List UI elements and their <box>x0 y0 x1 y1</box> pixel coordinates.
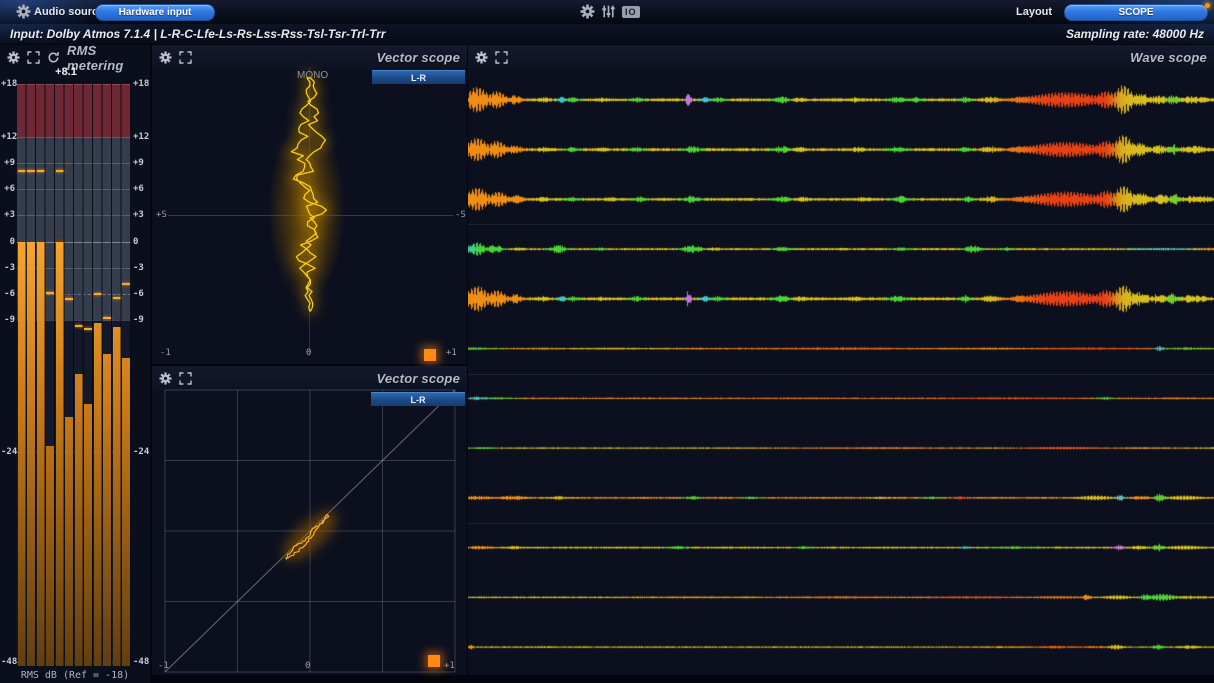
ws-expand-icon[interactable] <box>495 51 508 64</box>
meter-scale-label-right: -6 <box>133 289 149 299</box>
vs1-title: Vector scope <box>376 50 460 65</box>
meter-scale-label-right: 0 <box>133 237 149 247</box>
center-toolbar-icons: IO <box>580 4 640 19</box>
meter-column-separators <box>17 84 131 666</box>
vs1-settings-gear-icon[interactable] <box>159 51 172 64</box>
rms-footer-label: RMS dB (Ref = -18) <box>0 670 150 681</box>
settings-gear-icon[interactable] <box>580 4 595 19</box>
vector-scope-panel-bottom: Vector scope L-R -1 0 +1 <box>152 366 467 675</box>
vs2-zero-label: 0 <box>305 661 310 671</box>
vs1-minus-s-label: -S <box>455 210 466 220</box>
io-routing-icon[interactable]: IO <box>622 6 640 18</box>
meter-scale-label-right: -48 <box>133 657 149 667</box>
meter-scale-label-left: -6 <box>1 289 15 299</box>
vs1-mode-button[interactable]: L-R <box>372 70 465 84</box>
audio-source-label: Audio source <box>34 6 104 18</box>
vs2-pos1-label: +1 <box>444 661 455 671</box>
vs1-vertical-axis <box>309 67 310 356</box>
hardware-input-button[interactable]: Hardware input <box>95 4 215 21</box>
scope-layout-button[interactable]: SCOPE <box>1064 4 1208 21</box>
ws-settings-gear-icon[interactable] <box>475 51 488 64</box>
meter-scale-label-right: +6 <box>133 184 149 194</box>
mono-label: MONO <box>297 70 328 81</box>
layout-label: Layout <box>1016 6 1052 18</box>
meter-scale-label-right: -24 <box>133 447 149 457</box>
meter-scale-label-left: -24 <box>1 447 15 457</box>
vs1-zero-label: 0 <box>306 348 311 358</box>
meter-scale-label-left: -9 <box>1 315 15 325</box>
audio-settings-gear-icon[interactable] <box>16 4 31 19</box>
wave-scope-panel: Wave scope <box>468 45 1214 675</box>
meter-scale-label-right: +18 <box>133 79 149 89</box>
vs2-level-square <box>428 655 440 667</box>
ws-header: Wave scope <box>468 45 1214 70</box>
vs1-expand-icon[interactable] <box>179 51 192 64</box>
meter-scale-label-left: +12 <box>1 132 15 142</box>
top-toolbar: Audio source Hardware input IO <box>0 0 1214 24</box>
rms-meter: +18 +18 +12 +12 +9 +9 +6 +6 +3 +3 0 0 -3 -3 -6 -6 -9 -9 -2… <box>0 45 150 683</box>
meter-scale-label-right: +9 <box>133 158 149 168</box>
vs2-title: Vector scope <box>376 371 460 386</box>
vs2-settings-gear-icon[interactable] <box>159 372 172 385</box>
vs2-mode-button[interactable]: L-R <box>371 392 465 406</box>
sampling-rate-text: Sampling rate: 48000 Hz <box>1066 27 1204 41</box>
meter-scale-label-left: -3 <box>1 263 15 273</box>
vector-scope-panel-top: Vector scope MONO L-R +S -S -1 0 +1 <box>152 45 467 364</box>
vs2-neg1-label: -1 <box>158 661 169 671</box>
mixer-sliders-icon[interactable] <box>601 4 616 19</box>
vs2-header: Vector scope <box>152 366 467 391</box>
meter-scale-label-left: 0 <box>1 237 15 247</box>
meter-scale-label-left: +6 <box>1 184 15 194</box>
app-window: Audio source Hardware input IO <box>0 0 1214 683</box>
vs1-plus-s-label: +S <box>156 210 167 220</box>
meter-scale-label-right: -3 <box>133 263 149 273</box>
waveform-display <box>468 75 1214 672</box>
rms-metering-panel: RMS metering +8.1 +18+18+12+12+9+9+6+6+3… <box>0 45 150 683</box>
info-bar: Input: Dolby Atmos 7.1.4 | L-R-C-Lfe-Ls-… <box>0 24 1214 44</box>
vs1-horizontal-axis <box>168 215 453 216</box>
vs1-level-square <box>424 349 436 361</box>
meter-scale-label-left: +9 <box>1 158 15 168</box>
vs1-pos1-label: +1 <box>446 348 457 358</box>
ws-title: Wave scope <box>1130 50 1207 65</box>
meter-scale-label-left: -48 <box>1 657 15 667</box>
vs2-expand-icon[interactable] <box>179 372 192 385</box>
status-dot <box>1205 3 1210 8</box>
meter-scale-label-right: +12 <box>133 132 149 142</box>
meter-scale-label-left: +3 <box>1 210 15 220</box>
meter-scale-label-right: -9 <box>133 315 149 325</box>
input-format-text: Input: Dolby Atmos 7.1.4 | L-R-C-Lfe-Ls-… <box>10 27 386 41</box>
correlation-trace <box>152 366 467 675</box>
vs1-neg1-label: -1 <box>160 348 171 358</box>
meter-scale-label-right: +3 <box>133 210 149 220</box>
meter-scale-label-left: +18 <box>1 79 15 89</box>
